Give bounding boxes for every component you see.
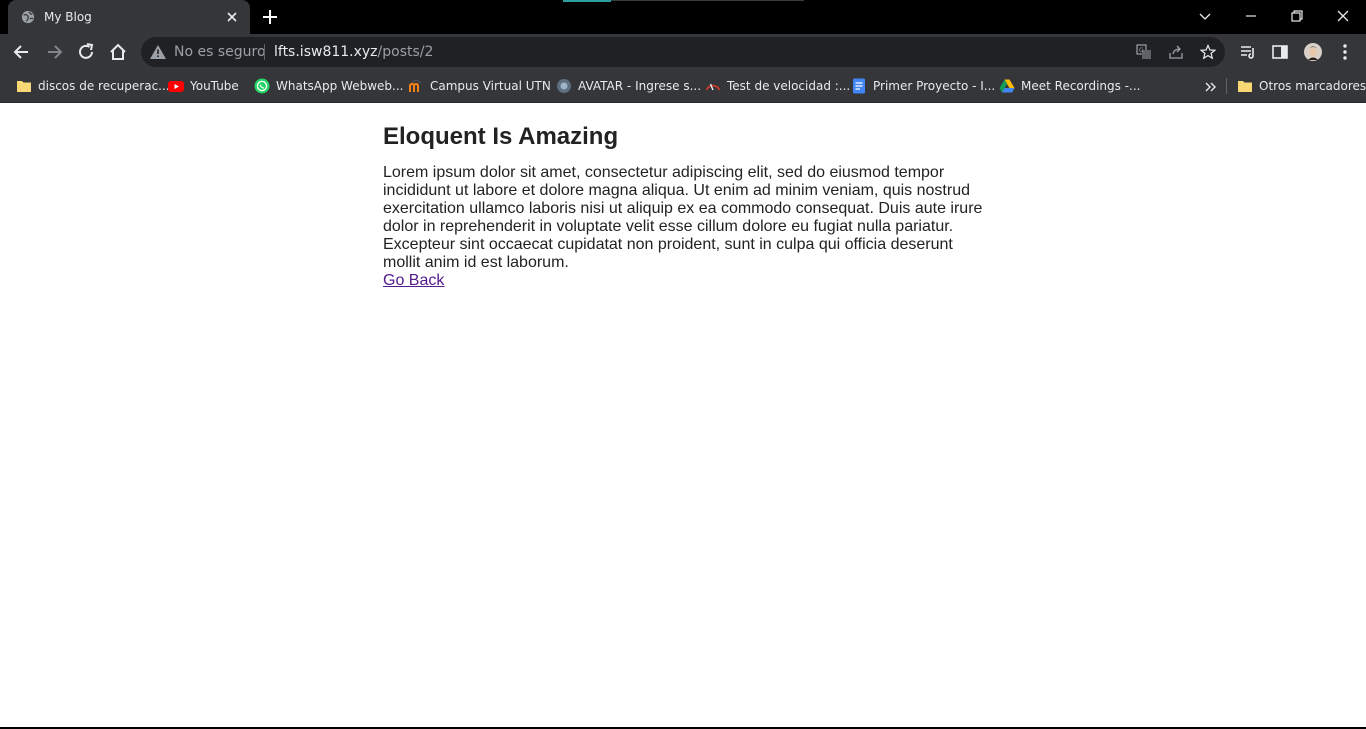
bookmarks-bar: discos de recuperac... YouTube WhatsApp … <box>0 70 1366 103</box>
back-arrow-icon[interactable] <box>12 42 32 62</box>
svg-text:G: G <box>1139 47 1144 54</box>
bookmark-label: Test de velocidad :... <box>727 79 851 93</box>
bookmark-campus-virtual[interactable]: Campus Virtual UTN <box>408 76 551 96</box>
url-host: lfts.isw811.xyz <box>274 44 378 60</box>
url-text[interactable]: lfts.isw811.xyz/posts/2 <box>274 44 433 60</box>
folder-icon <box>1238 81 1252 92</box>
youtube-icon <box>168 81 184 92</box>
bookmark-meet-recordings[interactable]: Meet Recordings -... <box>999 76 1141 96</box>
speedometer-icon <box>705 83 721 91</box>
bookmark-label: Primer Proyecto - I... <box>873 79 996 93</box>
warning-icon[interactable] <box>150 45 166 59</box>
new-tab-icon[interactable] <box>261 8 279 26</box>
side-panel-icon[interactable] <box>1270 42 1290 62</box>
omnibox-divider <box>264 44 265 60</box>
page-viewport: Eloquent Is Amazing Lorem ipsum dolor si… <box>0 103 1366 729</box>
bookmarks-divider <box>1226 78 1227 94</box>
go-back-link[interactable]: Go Back <box>383 272 444 290</box>
bookmark-test-velocidad[interactable]: Test de velocidad :... <box>705 76 850 96</box>
bookmark-label: Campus Virtual UTN <box>430 79 551 93</box>
tab-strip-line <box>611 0 804 1</box>
docs-icon <box>853 78 865 94</box>
tab-title: My Blog <box>44 10 92 24</box>
minimize-icon[interactable] <box>1241 6 1261 26</box>
other-bookmarks-folder[interactable]: Otros marcadores <box>1237 76 1366 96</box>
drive-icon <box>999 79 1015 93</box>
bookmark-label: AVATAR - Ingrese s... <box>578 79 702 93</box>
post-body: Lorem ipsum dolor sit amet, consectetur … <box>383 164 983 271</box>
blog-post: Eloquent Is Amazing Lorem ipsum dolor si… <box>383 122 987 290</box>
reload-icon[interactable] <box>76 42 96 62</box>
close-window-icon[interactable] <box>1333 6 1353 26</box>
reading-list-icon[interactable] <box>1238 42 1258 62</box>
security-status[interactable]: No es seguro <box>174 44 266 60</box>
address-bar[interactable]: No es seguro lfts.isw811.xyz/posts/2 G <box>141 37 1225 67</box>
bookmark-youtube[interactable]: YouTube <box>168 76 239 96</box>
globe-icon <box>21 10 35 24</box>
bookmark-primer-proyecto[interactable]: Primer Proyecto - I... <box>851 76 995 96</box>
bookmark-label: Meet Recordings -... <box>1021 79 1141 93</box>
star-icon[interactable] <box>1200 44 1216 60</box>
menu-dots-icon[interactable] <box>1335 42 1355 62</box>
bookmark-label: WhatsApp Webweb... <box>276 79 404 93</box>
title-bar: My Blog <box>0 0 1366 34</box>
profile-avatar-icon[interactable] <box>1303 42 1323 62</box>
forward-arrow-icon[interactable] <box>44 42 64 62</box>
bookmark-discos[interactable]: discos de recuperac... <box>16 76 170 96</box>
whatsapp-icon <box>254 78 270 94</box>
browser-toolbar: No es seguro lfts.isw811.xyz/posts/2 G <box>0 34 1366 70</box>
close-tab-icon[interactable] <box>224 9 240 25</box>
tab-my-blog[interactable]: My Blog <box>8 0 250 34</box>
share-icon[interactable] <box>1168 44 1184 60</box>
folder-icon <box>17 81 31 92</box>
moodle-icon <box>409 79 422 92</box>
url-path: /posts/2 <box>377 44 434 60</box>
home-icon[interactable] <box>108 42 128 62</box>
translate-icon[interactable]: G <box>1136 44 1152 60</box>
more-bookmarks-chevron-icon[interactable] <box>1204 80 1218 94</box>
avatar-site-icon <box>557 79 571 93</box>
post-title: Eloquent Is Amazing <box>383 123 619 150</box>
other-bookmarks-label: Otros marcadores <box>1259 79 1366 93</box>
bookmark-label: discos de recuperac... <box>38 79 170 93</box>
bookmark-label: YouTube <box>190 79 239 93</box>
tab-search-chevron-icon[interactable] <box>1195 6 1215 26</box>
tab-strip-accent <box>563 0 611 2</box>
bookmark-avatar[interactable]: AVATAR - Ingrese s... <box>556 76 701 96</box>
bookmark-whatsapp[interactable]: WhatsApp Webweb... <box>254 76 403 96</box>
restore-icon[interactable] <box>1287 6 1307 26</box>
